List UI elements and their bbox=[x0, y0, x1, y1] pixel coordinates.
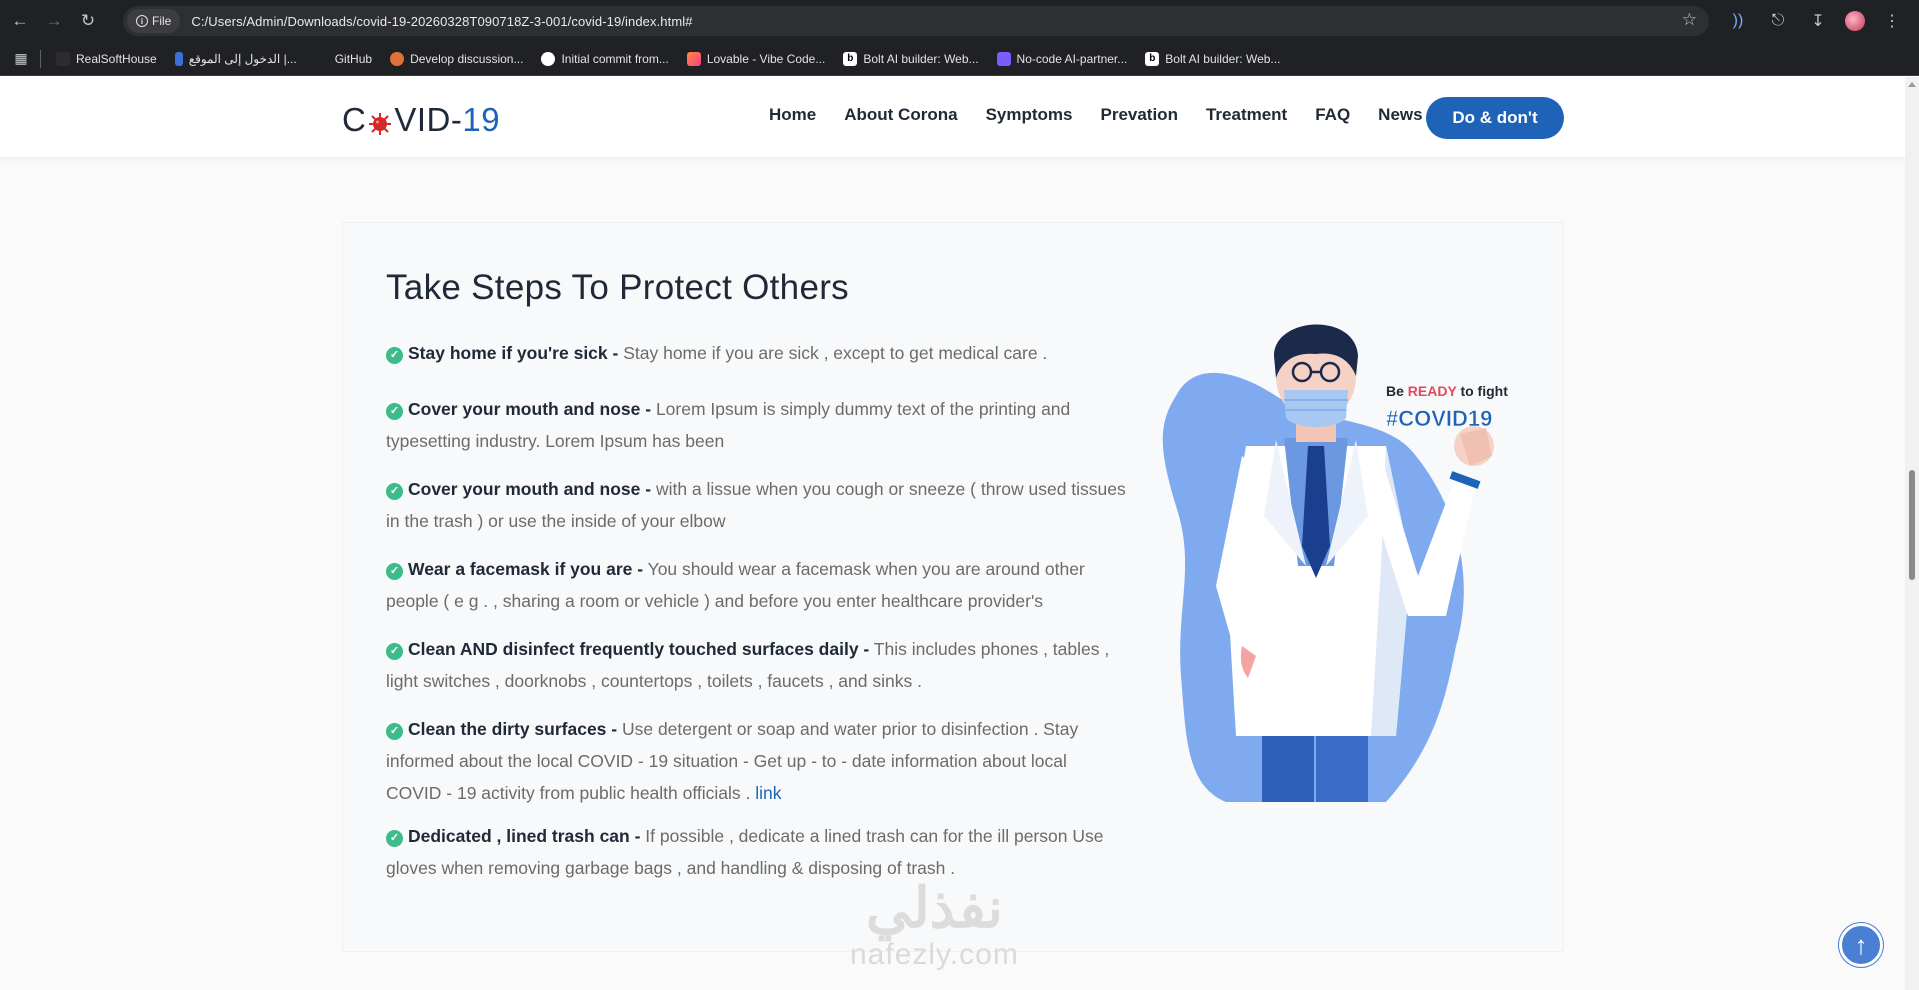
item-title: Cover your mouth and nose - bbox=[408, 399, 652, 419]
item-title: Cover your mouth and nose - bbox=[408, 479, 652, 499]
info-link[interactable]: link bbox=[755, 783, 781, 803]
page-scrollbar[interactable] bbox=[1905, 77, 1919, 990]
site-header: C VID- 19 Home About Corona Symptoms Pre… bbox=[0, 77, 1905, 157]
bookmark-separator bbox=[40, 49, 41, 68]
bookmark-favicon bbox=[314, 51, 329, 66]
url-text[interactable]: C:/Users/Admin/Downloads/covid-19-202603… bbox=[191, 14, 692, 29]
nav-prevation[interactable]: Prevation bbox=[1100, 105, 1177, 125]
check-circle-icon: ✓ bbox=[386, 830, 403, 847]
list-item: ✓ Clean AND disinfect frequently touched … bbox=[386, 633, 1126, 697]
browser-toolbar: ← → ↻ i File C:/Users/Admin/Downloads/co… bbox=[0, 0, 1919, 42]
nav-treatment[interactable]: Treatment bbox=[1206, 105, 1287, 125]
bookmark-label: Lovable - Vibe Code... bbox=[706, 51, 826, 66]
bolt-icon: b bbox=[1145, 51, 1160, 66]
nav-home[interactable]: Home bbox=[769, 105, 816, 125]
bolt-icon: b bbox=[843, 51, 858, 66]
bookmark-item[interactable]: الدخول إلى الموقع |... bbox=[166, 46, 306, 72]
list-item: ✓ Wear a facemask if you are - You should… bbox=[386, 553, 1126, 617]
file-chip-label: File bbox=[152, 14, 172, 28]
bookmark-item[interactable]: b Bolt AI builder: Web... bbox=[834, 46, 987, 72]
bookmark-favicon bbox=[996, 51, 1011, 66]
reload-icon[interactable]: ↻ bbox=[74, 7, 102, 35]
nav-about-corona[interactable]: About Corona bbox=[844, 105, 957, 125]
nav-symptoms[interactable]: Symptoms bbox=[986, 105, 1073, 125]
be-ready-text: Be READY to fight bbox=[1386, 383, 1508, 399]
site-info-chip[interactable]: i File bbox=[127, 9, 181, 33]
back-icon[interactable]: ← bbox=[6, 7, 34, 35]
extensions-icon[interactable]: ⎋ bbox=[1765, 8, 1791, 34]
watermark: نفذلي nafezly.com bbox=[850, 880, 1019, 972]
logo-text-vid: VID- bbox=[394, 101, 463, 138]
item-title: Wear a facemask if you are - bbox=[408, 559, 644, 579]
bookmark-label: الدخول إلى الموقع |... bbox=[188, 51, 297, 66]
page-viewport: C VID- 19 Home About Corona Symptoms Pre… bbox=[0, 77, 1905, 990]
lovable-icon bbox=[686, 51, 701, 66]
check-circle-icon: ✓ bbox=[386, 403, 403, 420]
cast-icon[interactable]: )) bbox=[1725, 8, 1751, 34]
github-icon bbox=[541, 51, 556, 66]
bookmark-label: Bolt AI builder: Web... bbox=[863, 51, 979, 66]
check-circle-icon: ✓ bbox=[386, 347, 403, 364]
bookmark-star-icon[interactable]: ☆ bbox=[1682, 10, 1697, 30]
bookmark-favicon bbox=[390, 51, 405, 66]
list-item: ✓ Clean the dirty surfaces - Use detergen… bbox=[386, 713, 1126, 809]
nav-faq[interactable]: FAQ bbox=[1315, 105, 1350, 125]
check-circle-icon: ✓ bbox=[386, 563, 403, 580]
item-title: Dedicated , lined trash can - bbox=[408, 826, 641, 846]
bookmark-item[interactable]: RealSoftHouse bbox=[47, 46, 166, 72]
scroll-up-arrow-icon[interactable] bbox=[1908, 82, 1916, 87]
doctor-illustration: Be READY to fight #COVID19 bbox=[1156, 316, 1516, 816]
bookmark-label: Bolt AI builder: Web... bbox=[1165, 51, 1281, 66]
site-logo[interactable]: C VID- 19 bbox=[342, 101, 500, 139]
scrollbar-thumb[interactable] bbox=[1909, 470, 1915, 580]
bookmark-item[interactable]: b Bolt AI builder: Web... bbox=[1136, 46, 1289, 72]
bookmark-label: GitHub bbox=[334, 51, 373, 66]
item-text: Stay home if you are sick , except to ge… bbox=[618, 343, 1048, 363]
section-heading: Take Steps To Protect Others bbox=[386, 268, 849, 307]
apps-grid-icon[interactable]: ▦ bbox=[6, 46, 36, 72]
watermark-arabic: نفذلي bbox=[865, 876, 1003, 939]
menu-kebab-icon[interactable]: ⋮ bbox=[1879, 8, 1905, 34]
check-circle-icon: ✓ bbox=[386, 483, 403, 500]
virus-icon bbox=[367, 107, 393, 135]
bookmark-favicon bbox=[174, 51, 183, 66]
bookmark-label: Develop discussion... bbox=[410, 51, 524, 66]
watermark-latin: nafezly.com bbox=[850, 938, 1019, 971]
bookmark-item[interactable]: Lovable - Vibe Code... bbox=[678, 46, 835, 72]
item-title: Stay home if you're sick - bbox=[408, 343, 619, 363]
bookmark-label: Initial commit from... bbox=[561, 51, 669, 66]
logo-text-c: C bbox=[342, 101, 367, 138]
bookmark-label: No-code AI-partner... bbox=[1016, 51, 1128, 66]
info-icon: i bbox=[136, 15, 148, 27]
list-item: ✓ Dedicated , lined trash can - If possib… bbox=[386, 820, 1126, 884]
main-nav: Home About Corona Symptoms Prevation Tre… bbox=[769, 105, 1451, 125]
do-and-dont-button[interactable]: Do & don't bbox=[1426, 97, 1564, 139]
nav-news[interactable]: News bbox=[1378, 105, 1422, 125]
bookmark-item[interactable]: Initial commit from... bbox=[532, 46, 677, 72]
downloads-icon[interactable]: ↧ bbox=[1805, 8, 1831, 34]
list-item: ✓ Cover your mouth and nose - with a liss… bbox=[386, 473, 1126, 537]
bookmark-label: RealSoftHouse bbox=[76, 51, 157, 66]
list-item: ✓ Cover your mouth and nose - Lorem Ipsum… bbox=[386, 393, 1126, 457]
bookmarks-bar: ▦ RealSoftHouse الدخول إلى الموقع |... G… bbox=[0, 42, 1919, 76]
scroll-to-top-button[interactable]: ↑ bbox=[1839, 923, 1883, 967]
list-item: ✓ Stay home if you're sick - Stay home if… bbox=[386, 337, 1126, 369]
item-title: Clean the dirty surfaces - bbox=[408, 719, 618, 739]
item-title: Clean AND disinfect frequently touched s… bbox=[408, 639, 870, 659]
logo-number: 19 bbox=[462, 101, 501, 138]
check-circle-icon: ✓ bbox=[386, 643, 403, 660]
bookmark-item[interactable]: No-code AI-partner... bbox=[988, 46, 1137, 72]
bookmark-item[interactable]: GitHub bbox=[306, 46, 381, 72]
address-bar[interactable]: i File C:/Users/Admin/Downloads/covid-19… bbox=[123, 6, 1709, 36]
bookmark-favicon bbox=[56, 51, 70, 66]
forward-icon[interactable]: → bbox=[40, 7, 68, 35]
covid-hashtag: #COVID19 bbox=[1386, 406, 1492, 431]
check-circle-icon: ✓ bbox=[386, 723, 403, 740]
bookmark-item[interactable]: Develop discussion... bbox=[381, 46, 532, 72]
profile-avatar[interactable] bbox=[1845, 11, 1865, 31]
